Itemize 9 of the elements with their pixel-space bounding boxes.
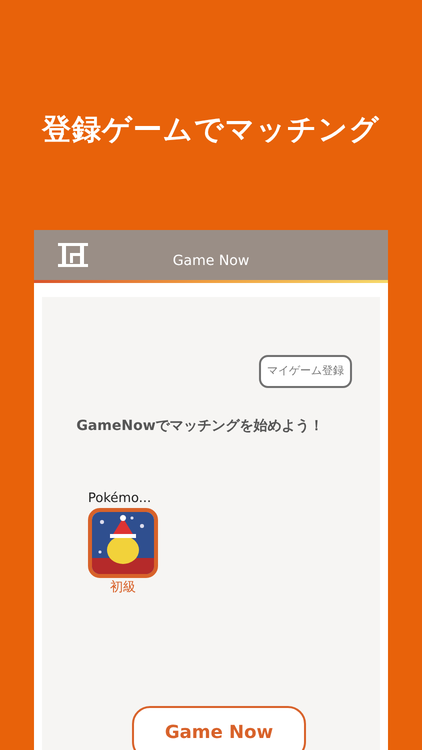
game-icon[interactable] bbox=[88, 508, 158, 578]
register-game-button[interactable]: マイゲーム登録 bbox=[259, 355, 352, 388]
logo-icon bbox=[58, 243, 88, 267]
welcome-message: GameNowでマッチングを始めよう！ bbox=[75, 416, 325, 436]
game-now-button[interactable]: Game Now bbox=[132, 706, 306, 750]
level-label: 初級 bbox=[109, 579, 137, 597]
headline: 登録ゲームでマッチング bbox=[40, 111, 381, 148]
game-title: Pokémo... bbox=[88, 490, 152, 508]
app-title: Game Now bbox=[172, 252, 250, 270]
